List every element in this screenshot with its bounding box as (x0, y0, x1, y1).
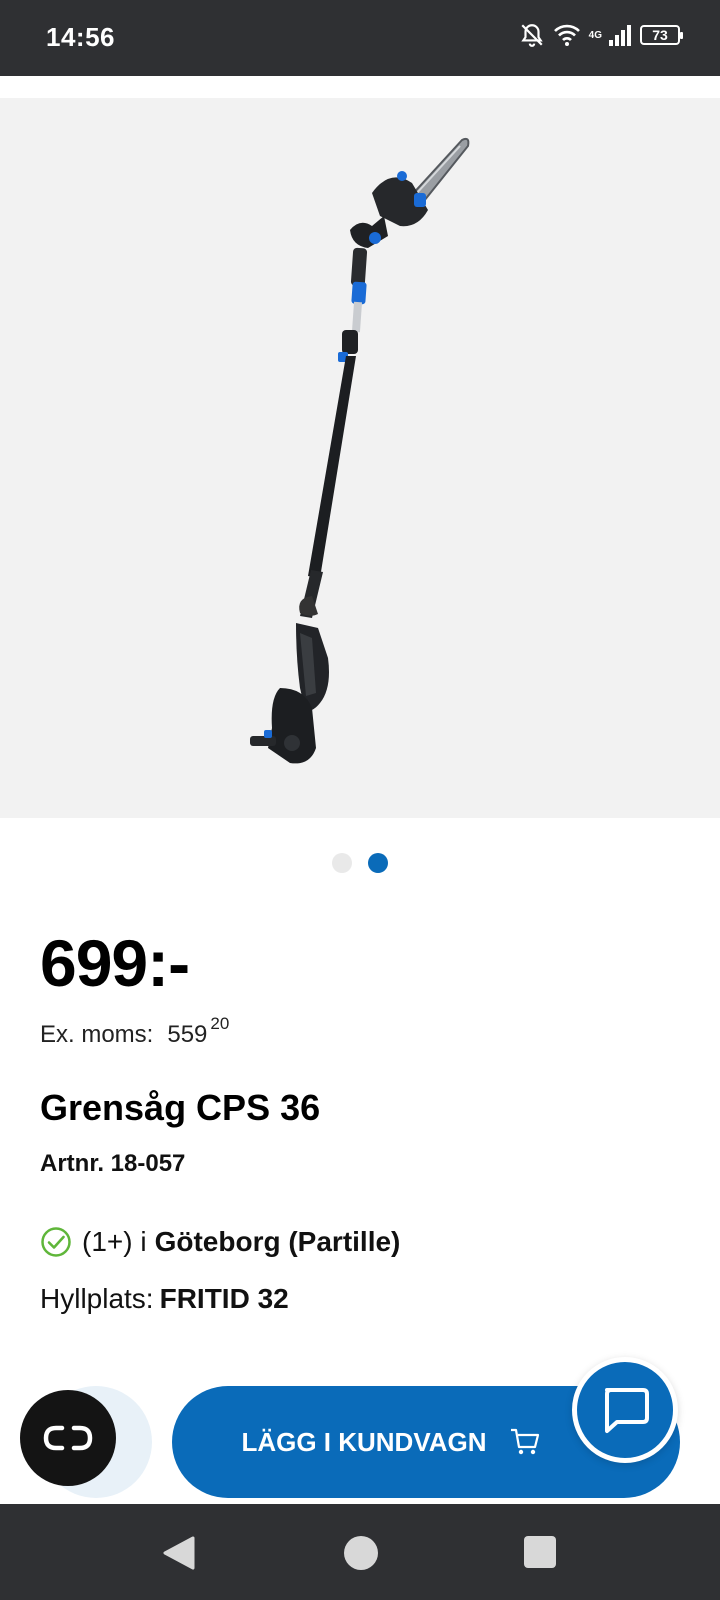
co-button[interactable] (20, 1390, 116, 1486)
ex-vat-label: Ex. moms: (40, 1021, 154, 1048)
price-ex-vat: Ex. moms: 559 20 (40, 1014, 229, 1049)
pole-saw-image (250, 137, 470, 764)
signal-icon (609, 25, 631, 46)
link-co-icon (43, 1425, 93, 1451)
stock-store[interactable]: Göteborg (Partille) (155, 1226, 401, 1258)
ex-vat-cents: 20 (210, 1014, 230, 1033)
product-image-gallery[interactable] (0, 98, 720, 818)
stock-status[interactable]: (1+) i Göteborg (Partille) (40, 1226, 400, 1258)
bell-off-icon (520, 24, 543, 47)
product-price: 699:- (40, 926, 190, 1000)
article-number: Artnr. 18-057 (40, 1150, 186, 1177)
back-icon[interactable] (163, 1536, 195, 1570)
product-title: Grensåg CPS 36 (40, 1087, 321, 1128)
status-icons: 4G 73 (519, 22, 683, 48)
shelf-label: Hyllplats: (40, 1283, 154, 1314)
status-time: 14:56 (46, 22, 115, 52)
gallery-dot-1[interactable] (332, 853, 352, 873)
cart-icon (510, 1428, 539, 1455)
home-icon[interactable] (344, 1536, 378, 1570)
check-circle-icon (41, 1227, 71, 1257)
shelf-value: FRITID 32 (159, 1283, 289, 1314)
status-bar: 14:56 4G 73 (0, 0, 720, 76)
network-type: 4G (588, 29, 602, 41)
add-to-cart-label: LÄGG I KUNDVAGN (241, 1426, 487, 1457)
wifi-icon (553, 24, 580, 46)
ex-vat-amount: 559 (167, 1021, 208, 1048)
shelf-location: Hyllplats: FRITID 32 (40, 1283, 289, 1315)
stock-count: (1+) i (82, 1226, 147, 1257)
chat-bubble-icon (605, 1388, 649, 1433)
gallery-dot-2-active[interactable] (368, 853, 388, 873)
chat-button[interactable] (572, 1357, 678, 1463)
recent-apps-icon[interactable] (524, 1536, 556, 1568)
battery-icon: 73 (640, 25, 683, 45)
gallery-pagination (0, 853, 720, 873)
